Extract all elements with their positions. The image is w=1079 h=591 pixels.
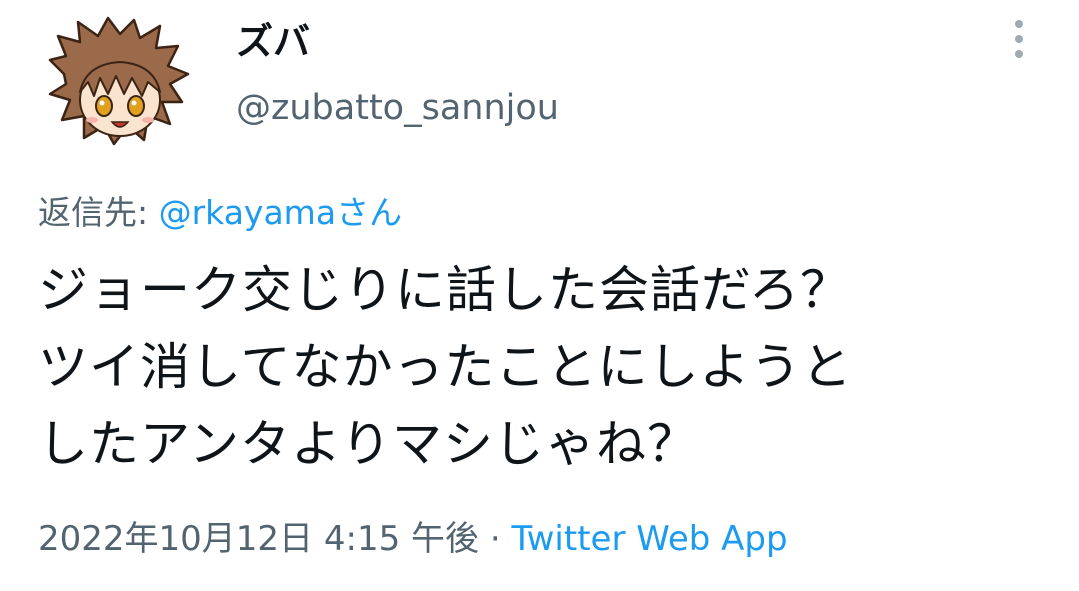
avatar-left-eye: [95, 95, 113, 117]
reply-mention-handle[interactable]: @rkayama: [159, 193, 336, 232]
display-name[interactable]: ズバ: [236, 20, 310, 64]
avatar-right-eye: [127, 95, 145, 117]
reply-context: 返信先: @rkayamaさん: [38, 190, 402, 236]
tweet-text: ジョーク交じりに話した会話だろ？ ツイ消してなかったことにしようと したアンタよ…: [38, 252, 1068, 483]
tweet-source-link[interactable]: Twitter Web App: [511, 519, 787, 559]
reply-prefix: 返信先:: [38, 193, 159, 232]
reply-mention-link[interactable]: @rkayamaさん: [159, 193, 402, 232]
tweet-text-line: ツイ消してなかったことにしようと: [38, 338, 853, 396]
tweet-text-line: したアンタよりマシじゃね？: [38, 415, 698, 473]
more-options-icon[interactable]: [1004, 14, 1034, 64]
meta-separator: ·: [479, 519, 512, 559]
tweet-timestamp[interactable]: 2022年10月12日 4:15 午後: [38, 519, 479, 559]
user-handle[interactable]: @zubatto_sannjou: [236, 86, 559, 130]
avatar[interactable]: [44, 16, 192, 152]
tweet-metadata: 2022年10月12日 4:15 午後 · Twitter Web App: [38, 514, 788, 564]
reply-mention-suffix[interactable]: さん: [336, 193, 402, 232]
tweet-text-line: ジョーク交じりに話した会話だろ？: [38, 261, 851, 319]
